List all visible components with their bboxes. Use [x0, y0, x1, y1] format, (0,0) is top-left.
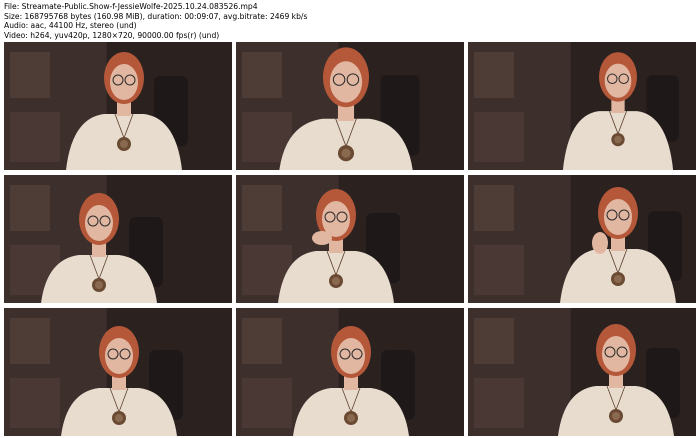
video-thumbnail: [236, 42, 464, 170]
thumbnail-frame: [236, 42, 464, 170]
thumbnail-frame: [236, 308, 464, 436]
thumbnail-frame: [4, 175, 232, 303]
thumbnail-frame: [468, 42, 696, 170]
video-thumbnail: [468, 308, 696, 436]
video-thumbnail: [4, 42, 232, 170]
media-info-header: File: Streamate-Public.Show-f-JessieWolf…: [4, 2, 307, 40]
video-info-line: Video: h264, yuv420p, 1280×720, 90000.00…: [4, 30, 220, 40]
file-size-line: Size: 168795768 bytes (160.98 MiB), dura…: [4, 11, 308, 21]
thumbnail-grid: [4, 42, 696, 436]
audio-info-line: Audio: aac, 44100 Hz, stereo (und): [4, 21, 137, 30]
video-thumbnail: [4, 175, 232, 303]
thumbnail-frame: [468, 175, 696, 303]
file-name-line: File: Streamate-Public.Show-f-JessieWolf…: [4, 2, 258, 11]
thumbnail-frame: [4, 308, 232, 436]
video-thumbnail: [468, 175, 696, 303]
video-thumbnail: [236, 308, 464, 436]
video-thumbnail: [4, 308, 232, 436]
contact-sheet: File: Streamate-Public.Show-f-JessieWolf…: [0, 0, 700, 438]
thumbnail-frame: [236, 175, 464, 303]
thumbnail-frame: [4, 42, 232, 170]
video-thumbnail: [236, 175, 464, 303]
thumbnail-frame: [468, 308, 696, 436]
video-thumbnail: [468, 42, 696, 170]
